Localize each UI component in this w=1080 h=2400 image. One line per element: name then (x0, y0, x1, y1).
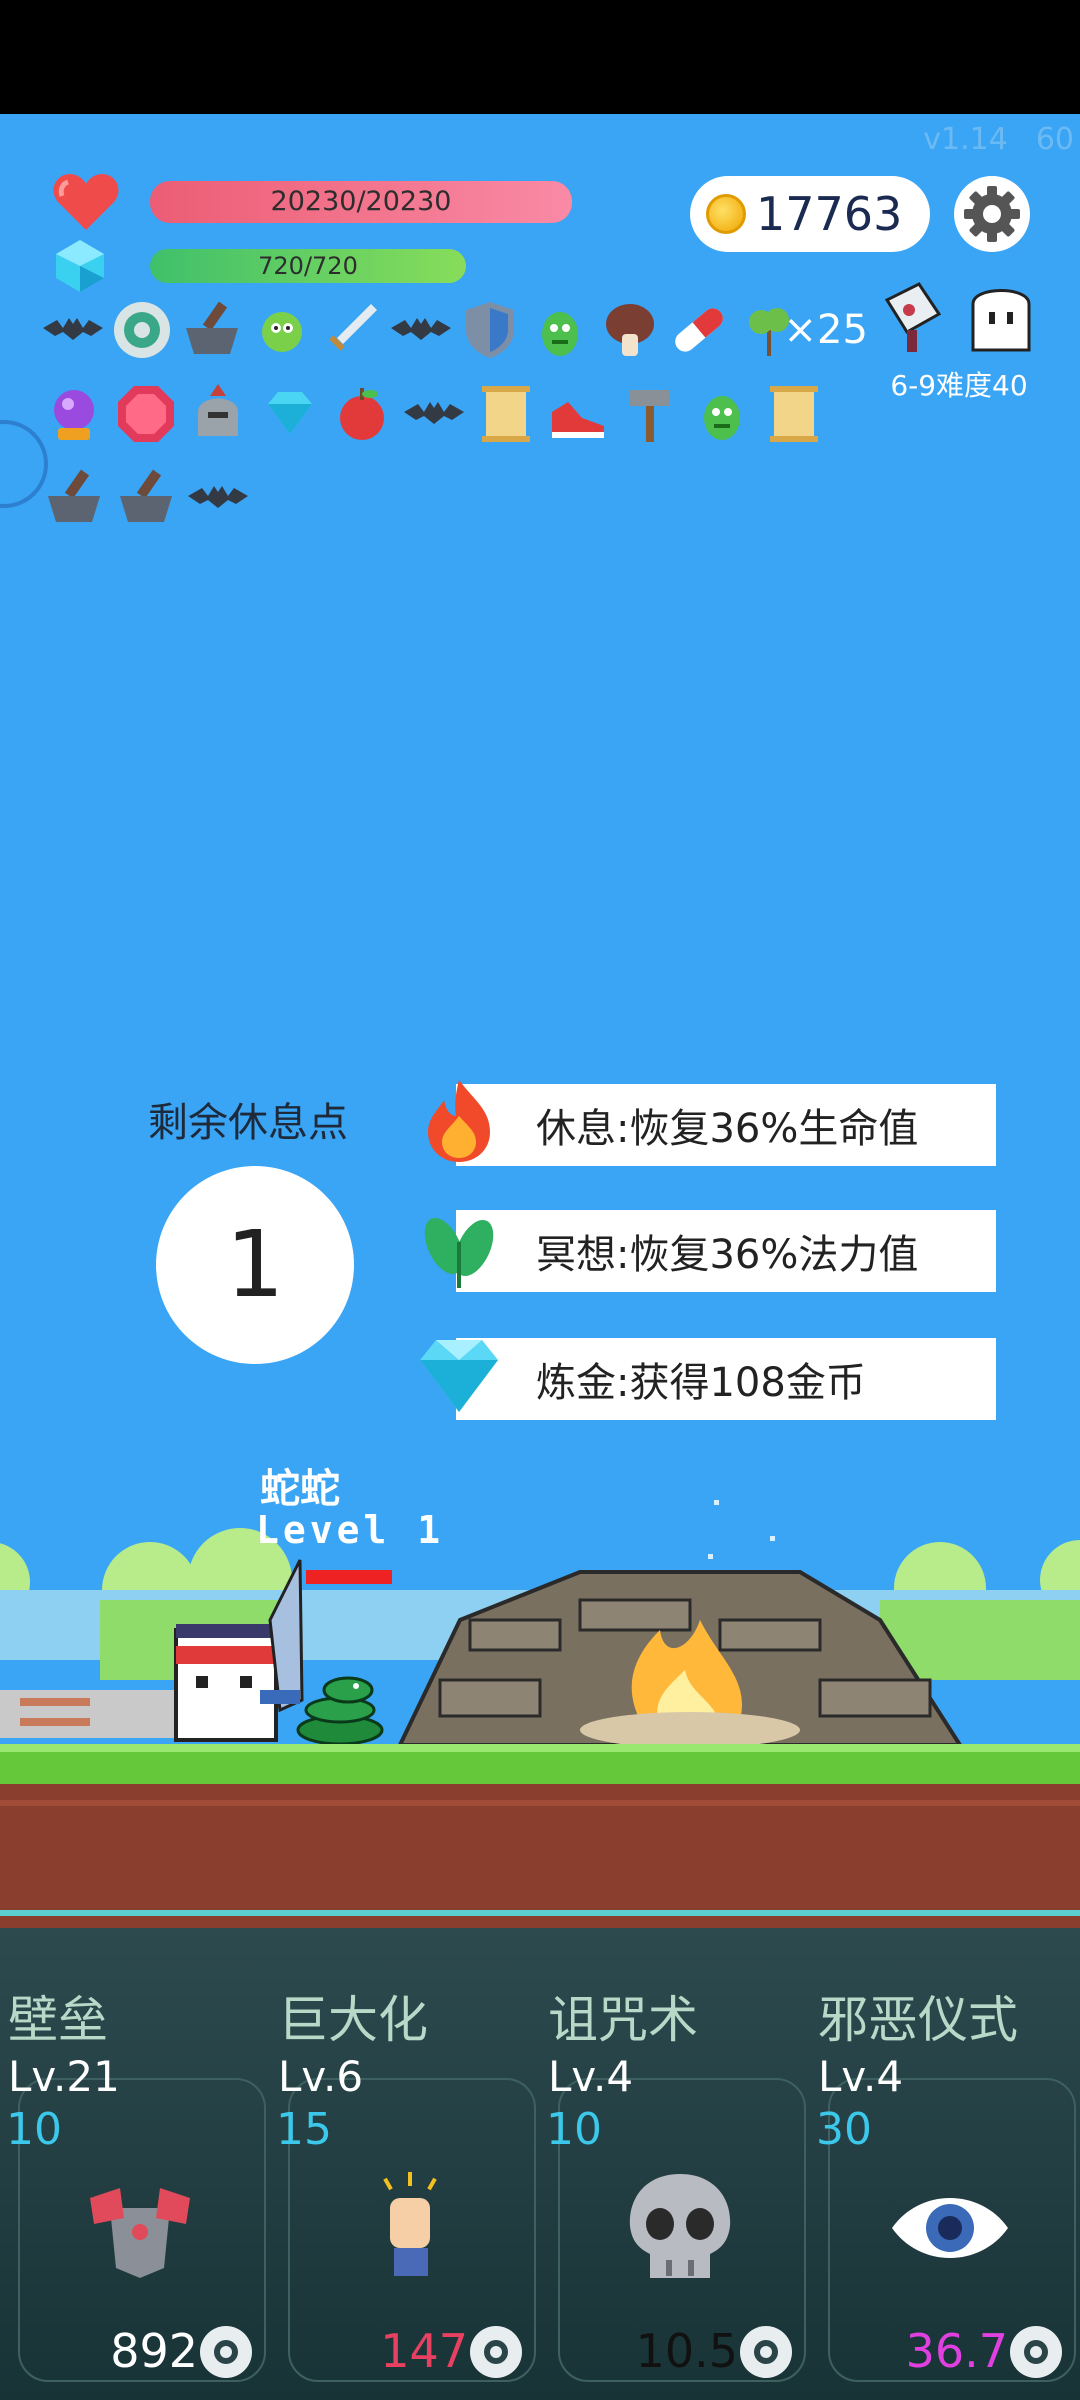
gear-icon[interactable] (194, 2320, 258, 2384)
pill-icon[interactable] (664, 294, 734, 366)
inventory-row (38, 456, 868, 540)
coin-icon (706, 194, 746, 234)
hammer-icon[interactable] (614, 378, 686, 450)
hp-row: 20230/20230 (52, 172, 572, 232)
disc-icon[interactable] (108, 294, 178, 366)
fire-icon (428, 1080, 490, 1162)
version-label: v1.14 (923, 122, 1008, 157)
settings-button[interactable] (954, 176, 1030, 252)
goblin-icon[interactable] (686, 378, 758, 450)
hp-bar: 20230/20230 (150, 181, 572, 223)
option-label: 冥想:恢复36%法力值 (536, 1232, 919, 1278)
skill-name: 邪恶仪式 (818, 1991, 1018, 2049)
skill-card-giant[interactable]: 巨大化 Lv.6 15 147 (270, 1928, 540, 2400)
option-label: 炼金:获得108金币 (536, 1360, 866, 1406)
eye-icon (892, 2198, 1008, 2258)
skill-level: Lv.6 (278, 2052, 364, 2101)
snake-enemy (296, 1676, 384, 1746)
battle-scene (0, 1500, 1080, 1930)
enemy-name: 蛇蛇 (260, 1466, 340, 1512)
skill-value: 147 (380, 2324, 468, 2378)
bat-icon[interactable] (38, 294, 108, 366)
germ-icon[interactable] (247, 294, 317, 366)
skull-icon (629, 2174, 731, 2278)
skill-name: 诅咒术 (548, 1991, 698, 2049)
version-info: v1.14 60 (895, 122, 1074, 157)
rest-points-value: 1 (156, 1166, 354, 1364)
skill-name: 壁垒 (8, 1991, 108, 2049)
gear-icon[interactable] (464, 2320, 528, 2384)
skill-cost: 10 (546, 2104, 602, 2155)
leaf-icon (424, 1217, 494, 1288)
option-label: 休息:恢复36%生命值 (536, 1106, 919, 1152)
mortar-icon[interactable] (110, 462, 182, 534)
skill-cost: 10 (6, 2104, 62, 2155)
coin-counter: 17763 (690, 176, 930, 252)
gear-icon[interactable] (734, 2320, 798, 2384)
skills-panel: 壁垒 Lv.21 10 892 巨大化 Lv.6 15 147 诅咒术 Lv.4… (0, 1928, 1080, 2400)
gear-icon[interactable] (1004, 2320, 1068, 2384)
skill-cost: 15 (276, 2104, 332, 2155)
fps-label: 60 (1035, 122, 1074, 157)
diamond-icon[interactable] (254, 378, 326, 450)
skill-cost: 30 (816, 2104, 872, 2155)
inventory-row: ×25 (38, 288, 868, 372)
helmet-icon[interactable] (182, 378, 254, 450)
heart-icon (53, 174, 119, 230)
mortar-icon[interactable] (177, 294, 247, 366)
difficulty-label: 6-9难度40 (890, 369, 1028, 402)
sneaker-icon[interactable] (542, 378, 614, 450)
armor-icon (90, 2188, 190, 2278)
scroll-icon[interactable] (470, 378, 542, 450)
inventory-row (38, 372, 868, 456)
mp-bar: 720/720 (150, 249, 466, 283)
gear-icon (964, 186, 1020, 242)
ghost-icon (971, 289, 1031, 352)
skill-card-curse[interactable]: 诅咒术 Lv.4 10 10.5 (540, 1928, 810, 2400)
skill-value: 892 (110, 2324, 198, 2378)
enemy-level: Level 1 (256, 1508, 445, 1552)
boss-icons (874, 280, 1044, 356)
apple-icon[interactable] (326, 378, 398, 450)
sword-icon[interactable] (316, 294, 386, 366)
skill-card-bulwark[interactable]: 壁垒 Lv.21 10 892 (0, 1928, 270, 2400)
mp-row: 720/720 (52, 238, 466, 294)
mana-crystal-icon (56, 240, 104, 292)
rest-option-meditate[interactable]: 冥想:恢复36%法力值 (424, 1210, 996, 1292)
skill-value: 36.7 (905, 2324, 1008, 2378)
skill-value: 10.5 (635, 2324, 738, 2378)
mushroom-icon[interactable] (595, 294, 665, 366)
skill-name: 巨大化 (278, 1991, 428, 2049)
difficulty-panel[interactable]: 6-9难度40 (874, 280, 1044, 404)
bat-icon[interactable] (386, 294, 456, 366)
inventory-grid: ×25 (38, 288, 868, 540)
skill-card-evil-ritual[interactable]: 邪恶仪式 Lv.4 30 36.7 (810, 1928, 1080, 2400)
diamond-icon (420, 1340, 498, 1412)
mortar-icon[interactable] (38, 462, 110, 534)
goblin-icon[interactable] (525, 294, 595, 366)
status-bar (0, 0, 1080, 114)
skill-level: Lv.4 (818, 2052, 904, 2101)
bat-icon[interactable] (398, 378, 470, 450)
fist-icon (383, 2172, 437, 2276)
bonus-count: ×25 (783, 307, 868, 353)
skill-level: Lv.21 (8, 2052, 120, 2101)
enemy-hp-bar (306, 1570, 392, 1584)
fence (0, 1690, 180, 1738)
bat-icon[interactable] (182, 462, 254, 534)
rest-points-label: 剩余休息点 (148, 1100, 348, 1146)
shield-icon[interactable] (456, 294, 526, 366)
ruby-icon[interactable] (110, 378, 182, 450)
rest-option-heal[interactable]: 休息:恢复36%生命值 (428, 1080, 996, 1166)
crystal-ball-icon[interactable] (38, 378, 110, 450)
rest-option-alchemy[interactable]: 炼金:获得108金币 (420, 1338, 996, 1420)
game-screen: v1.14 60 20230/20230 720/720 17763 ×25 6… (0, 0, 1080, 2400)
skill-level: Lv.4 (548, 2052, 634, 2101)
scroll-icon[interactable] (758, 378, 830, 450)
coin-value: 17763 (756, 187, 903, 241)
cleaver-icon (884, 282, 942, 352)
